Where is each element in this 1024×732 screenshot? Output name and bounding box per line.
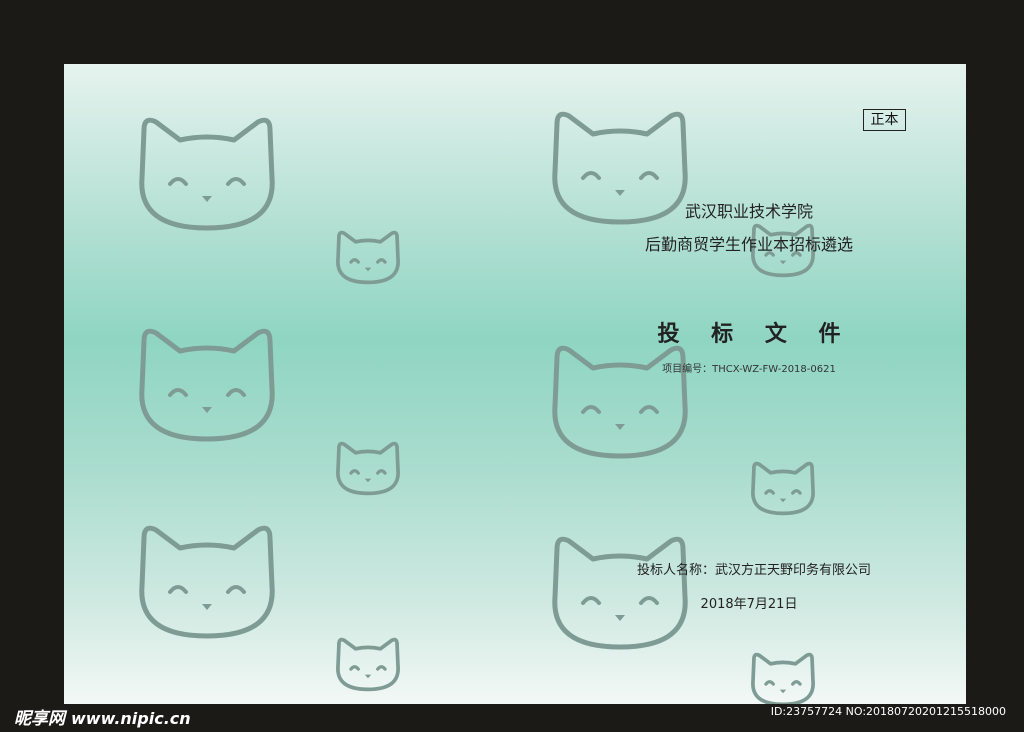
cat-face-icon — [748, 458, 818, 518]
document-title: 投 标 文 件 — [657, 322, 853, 347]
watermark-brand-name: 昵享网 — [14, 709, 65, 729]
project-name: 后勤商贸学生作业本招标遴选 — [644, 235, 853, 254]
cat-face-icon — [132, 108, 282, 238]
document-date: 2018年7月21日 — [700, 597, 798, 612]
cat-face-icon — [545, 336, 695, 466]
organization-name: 武汉职业技术学院 — [684, 202, 813, 221]
cat-face-icon — [748, 649, 818, 704]
original-copy-badge: 正本 — [863, 109, 906, 131]
cat-face-icon — [333, 227, 403, 287]
cat-face-icon — [545, 527, 695, 657]
cat-face-icon — [333, 634, 403, 694]
watermark-id: ID:23757724 NO:20180720201215518000 — [770, 705, 1006, 718]
watermark-brand: 昵享网 www.nipic.cn — [14, 704, 191, 729]
bidder-name: 投标人名称：武汉方正天野印务有限公司 — [636, 563, 871, 578]
cat-face-icon — [333, 438, 403, 498]
watermark-site: www.nipic.cn — [71, 709, 191, 728]
document-cover: 正本 武汉职业技术学院 后勤商贸学生作业本招标遴选 投 标 文 件 项目编号：T… — [64, 64, 966, 704]
cat-face-icon — [132, 516, 282, 646]
cat-face-icon — [132, 319, 282, 449]
project-code: 项目编号：THCX-WZ-FW-2018-0621 — [662, 364, 836, 375]
